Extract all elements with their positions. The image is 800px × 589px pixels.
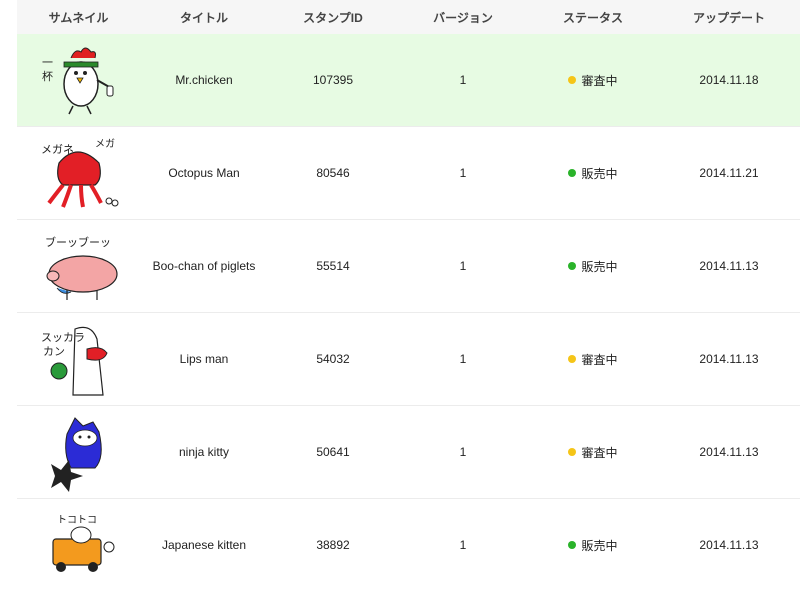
status-dot bbox=[568, 355, 577, 363]
svg-text:トコトコ: トコトコ bbox=[57, 515, 97, 526]
status-label: 審査中 bbox=[581, 73, 618, 88]
header-status[interactable]: ステータス bbox=[528, 9, 658, 26]
status-badge: 販売中 bbox=[568, 258, 618, 275]
svg-text:一: 一 bbox=[42, 56, 53, 69]
status-label: 審査中 bbox=[581, 445, 618, 460]
table-row[interactable]: ブーッブーッ Boo-chan of piglets 55514 1 販売中 2… bbox=[17, 220, 800, 313]
thumbnail-cell[interactable]: メガネ メガ bbox=[17, 133, 140, 213]
svg-text:杯: 杯 bbox=[42, 69, 53, 83]
version-cell: 1 bbox=[459, 259, 467, 273]
sticker-id-cell: 50641 bbox=[316, 445, 350, 459]
header-sticker-id[interactable]: スタンプID bbox=[268, 9, 398, 26]
title-cell[interactable]: Lips man bbox=[140, 352, 268, 366]
status-cell: 販売中 bbox=[528, 258, 658, 275]
status-badge: 販売中 bbox=[568, 165, 618, 182]
piglet-sticker-icon: ブーッブーッ bbox=[45, 235, 118, 300]
status-dot bbox=[568, 76, 577, 84]
sticker-id-cell: 54032 bbox=[316, 352, 350, 366]
svg-text:ブーッブーッ: ブーッブーッ bbox=[45, 235, 111, 249]
version-cell: 1 bbox=[459, 166, 467, 180]
header-thumbnail[interactable]: サムネイル bbox=[0, 9, 140, 26]
status-badge: 審査中 bbox=[568, 444, 618, 461]
status-cell: 審査中 bbox=[528, 72, 658, 89]
version-cell: 1 bbox=[459, 445, 467, 459]
table-row[interactable]: ninja kitty 50641 1 審査中 2014.11.13 bbox=[17, 406, 800, 499]
svg-text:メガネ: メガネ bbox=[41, 143, 74, 156]
thumbnail-cell[interactable]: トコトコ bbox=[17, 505, 140, 585]
sticker-id-cell: 80546 bbox=[316, 166, 350, 180]
header-updated[interactable]: アップデート bbox=[658, 9, 800, 26]
sticker-id-cell: 55514 bbox=[316, 259, 350, 273]
title-cell[interactable]: Boo-chan of piglets bbox=[140, 259, 268, 273]
sticker-id-cell: 107395 bbox=[312, 73, 354, 87]
updated-cell: 2014.11.13 bbox=[699, 352, 759, 366]
status-dot bbox=[568, 541, 577, 549]
updated-cell: 2014.11.18 bbox=[699, 73, 759, 87]
thumbnail-cell[interactable]: スッカラ カン bbox=[17, 319, 140, 399]
table-row[interactable]: スッカラ カン Lips man 54032 1 審査中 2014.11.13 bbox=[17, 313, 800, 406]
version-cell: 1 bbox=[459, 538, 467, 552]
table-row[interactable]: メガネ メガ Octopus Man 80546 1 販売中 2014.11.2… bbox=[17, 127, 800, 220]
status-cell: 審査中 bbox=[528, 351, 658, 368]
status-badge: 審査中 bbox=[568, 72, 618, 89]
octopus-sticker-icon: メガネ メガ bbox=[41, 138, 118, 208]
version-cell: 1 bbox=[459, 352, 467, 366]
title-cell[interactable]: Mr.chicken bbox=[140, 73, 268, 87]
table-row[interactable]: トコトコ Japanese kitten 38892 1 販売中 2014.11… bbox=[17, 499, 800, 589]
lips-man-sticker-icon: スッカラ カン bbox=[41, 326, 108, 396]
chicken-sticker-icon: 一 杯 bbox=[42, 47, 113, 115]
status-label: 販売中 bbox=[581, 259, 618, 274]
status-dot bbox=[568, 262, 577, 270]
updated-cell: 2014.11.21 bbox=[699, 166, 759, 180]
table-row[interactable]: 一 杯 Mr.chicken 107395 1 審査中 2014.11.18 bbox=[17, 34, 800, 127]
version-cell: 1 bbox=[459, 73, 467, 87]
status-label: 販売中 bbox=[581, 166, 618, 181]
updated-cell: 2014.11.13 bbox=[699, 259, 759, 273]
header-title[interactable]: タイトル bbox=[140, 9, 268, 26]
sticker-table: サムネイル タイトル スタンプID バージョン ステータス アップデート 一 杯… bbox=[0, 0, 800, 589]
thumbnail-cell[interactable] bbox=[17, 412, 140, 492]
updated-cell: 2014.11.13 bbox=[699, 445, 759, 459]
title-cell[interactable]: Octopus Man bbox=[140, 166, 268, 180]
svg-text:スッカラ: スッカラ bbox=[41, 331, 85, 344]
status-cell: 販売中 bbox=[528, 165, 658, 182]
status-label: 審査中 bbox=[581, 352, 618, 367]
table-header: サムネイル タイトル スタンプID バージョン ステータス アップデート bbox=[17, 0, 800, 34]
header-version[interactable]: バージョン bbox=[398, 9, 528, 26]
status-label: 販売中 bbox=[581, 538, 618, 553]
status-badge: 審査中 bbox=[568, 351, 618, 368]
kitten-car-sticker-icon: トコトコ bbox=[51, 515, 114, 572]
status-dot bbox=[568, 169, 577, 177]
svg-text:カン: カン bbox=[43, 345, 65, 358]
sticker-id-cell: 38892 bbox=[316, 538, 350, 552]
status-dot bbox=[568, 448, 577, 456]
ninja-kitty-sticker-icon bbox=[50, 417, 102, 492]
status-cell: 審査中 bbox=[528, 444, 658, 461]
thumbnail-cell[interactable]: ブーッブーッ bbox=[17, 226, 140, 306]
updated-cell: 2014.11.13 bbox=[699, 538, 759, 552]
table-body: 一 杯 Mr.chicken 107395 1 審査中 2014.11.18 メ… bbox=[17, 34, 800, 589]
svg-text:メガ: メガ bbox=[95, 138, 115, 150]
title-cell[interactable]: Japanese kitten bbox=[140, 538, 268, 552]
title-cell[interactable]: ninja kitty bbox=[140, 445, 268, 459]
thumbnail-cell[interactable]: 一 杯 bbox=[17, 40, 140, 120]
status-badge: 販売中 bbox=[568, 537, 618, 554]
status-cell: 販売中 bbox=[528, 537, 658, 554]
